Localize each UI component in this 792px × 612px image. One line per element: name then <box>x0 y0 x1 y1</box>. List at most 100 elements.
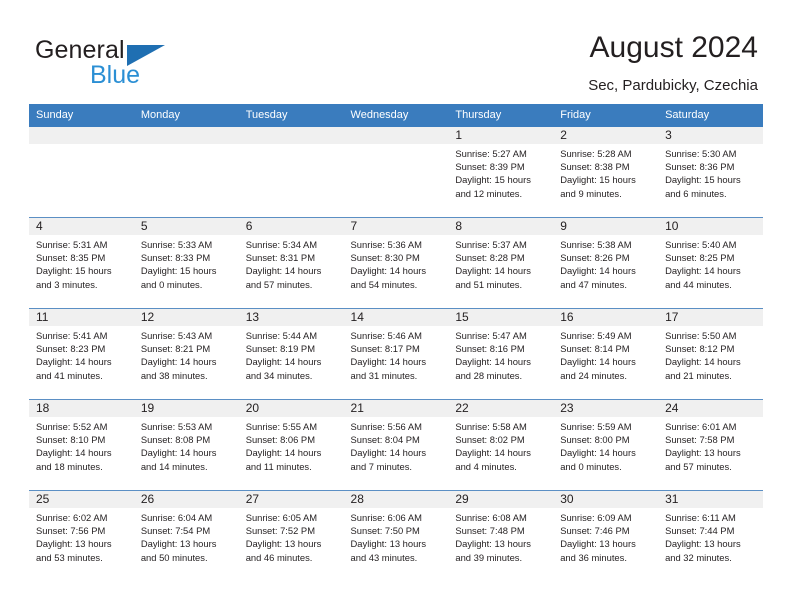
daylight-duration-line2: and 57 minutes. <box>665 460 732 472</box>
calendar-day-cell[interactable]: 6 Sunrise: 5:34 AM Sunset: 8:31 PM Daylight… <box>238 217 344 309</box>
day-cell-inner: 2 Sunrise: 5:28 AM Sunset: 8:38 PM Daylight… <box>553 127 659 217</box>
day-number: 29 <box>448 491 554 508</box>
calendar-day-cell[interactable]: 2 Sunrise: 5:28 AM Sunset: 8:38 PM Daylight… <box>553 127 659 218</box>
day-cell-inner: 17 Sunrise: 5:50 AM Sunset: 8:12 PM Dayligh… <box>658 309 763 399</box>
day-cell-inner: 1 Sunrise: 5:27 AM Sunset: 8:39 PM Daylight… <box>448 127 554 217</box>
calendar-day-cell[interactable]: 13 Sunrise: 5:44 AM Sunset: 8:19 PM Dayligh… <box>238 308 344 400</box>
calendar-day-cell[interactable]: 20 Sunrise: 5:55 AM Sunset: 8:06 PM Dayligh… <box>238 399 344 491</box>
sunset-time: Sunset: 8:33 PM <box>140 252 211 264</box>
day-number: 15 <box>448 309 554 326</box>
day-number: 4 <box>29 218 134 235</box>
calendar-day-cell[interactable]: 28 Sunrise: 6:06 AM Sunset: 7:50 PM Dayligh… <box>343 490 449 581</box>
calendar-day-cell[interactable]: 14 Sunrise: 5:46 AM Sunset: 8:17 PM Dayligh… <box>343 308 449 400</box>
sunrise-time: Sunrise: 5:46 AM <box>350 330 422 341</box>
daylight-duration-line2: and 53 minutes. <box>36 551 103 563</box>
daylight-duration-line2: and 51 minutes. <box>455 278 523 290</box>
daylight-duration-line1: Daylight: 14 hours <box>140 356 217 368</box>
daylight-duration-line1: Daylight: 13 hours <box>36 538 112 550</box>
daylight-duration-line2: and 0 minutes. <box>140 278 203 290</box>
calendar-day-cell[interactable]: 16 Sunrise: 5:49 AM Sunset: 8:14 PM Dayligh… <box>553 308 659 400</box>
day-cell-inner: 4 Sunrise: 5:31 AM Sunset: 8:35 PM Daylight… <box>29 218 134 308</box>
calendar-day-cell[interactable]: 31 Sunrise: 6:11 AM Sunset: 7:44 PM Dayligh… <box>658 490 763 581</box>
day-sun-info: Sunrise: 6:08 AM Sunset: 7:48 PM Daylight:… <box>448 508 553 564</box>
sunset-time: Sunset: 8:10 PM <box>36 434 106 446</box>
day-number: 1 <box>448 127 554 144</box>
day-number: 19 <box>133 400 239 417</box>
calendar-day-cell[interactable]: 8 Sunrise: 5:37 AM Sunset: 8:28 PM Daylight… <box>448 217 554 309</box>
day-cell-inner: 5 Sunrise: 5:33 AM Sunset: 8:33 PM Daylight… <box>133 218 239 308</box>
sunset-time: Sunset: 7:46 PM <box>560 525 630 537</box>
daylight-duration-line2: and 46 minutes. <box>245 551 313 563</box>
day-number: 18 <box>29 400 134 417</box>
day-cell-inner: 31 Sunrise: 6:11 AM Sunset: 7:44 PM Dayligh… <box>658 491 763 581</box>
day-number: 10 <box>658 218 763 235</box>
day-number: 9 <box>553 218 659 235</box>
calendar-day-cell[interactable]: 26 Sunrise: 6:04 AM Sunset: 7:54 PM Dayligh… <box>133 490 239 581</box>
general-blue-logo[interactable]: General Blue <box>35 36 245 92</box>
day-cell-inner: 27 Sunrise: 6:05 AM Sunset: 7:52 PM Dayligh… <box>238 491 344 581</box>
calendar-day-cell[interactable]: 5 Sunrise: 5:33 AM Sunset: 8:33 PM Daylight… <box>133 217 239 309</box>
daylight-duration-line2: and 39 minutes. <box>455 551 523 563</box>
day-cell-inner: 15 Sunrise: 5:47 AM Sunset: 8:16 PM Dayligh… <box>448 309 554 399</box>
day-cell-inner: 11 Sunrise: 5:41 AM Sunset: 8:23 PM Dayligh… <box>29 309 134 399</box>
calendar-day-cell[interactable]: 29 Sunrise: 6:08 AM Sunset: 7:48 PM Dayligh… <box>448 490 554 581</box>
day-number <box>29 127 134 144</box>
calendar-day-cell[interactable]: 9 Sunrise: 5:38 AM Sunset: 8:26 PM Daylight… <box>553 217 659 309</box>
calendar-week-row: 11 Sunrise: 5:41 AM Sunset: 8:23 PM Dayligh… <box>29 308 763 400</box>
sunrise-time: Sunrise: 5:37 AM <box>455 239 527 250</box>
calendar-day-cell[interactable]: 30 Sunrise: 6:09 AM Sunset: 7:46 PM Dayligh… <box>553 490 659 581</box>
day-number: 17 <box>658 309 763 326</box>
day-sun-info: Sunrise: 5:53 AM Sunset: 8:08 PM Daylight:… <box>134 417 239 473</box>
daylight-duration-line1: Daylight: 15 hours <box>455 174 531 186</box>
calendar-day-cell[interactable]: 19 Sunrise: 5:53 AM Sunset: 8:08 PM Dayligh… <box>133 399 239 491</box>
calendar-day-cell[interactable]: 17 Sunrise: 5:50 AM Sunset: 8:12 PM Dayligh… <box>658 308 763 400</box>
sunset-time: Sunset: 8:38 PM <box>560 161 630 173</box>
calendar-day-cell[interactable]: 11 Sunrise: 5:41 AM Sunset: 8:23 PM Dayligh… <box>29 308 134 400</box>
day-cell-inner: 14 Sunrise: 5:46 AM Sunset: 8:17 PM Dayligh… <box>343 309 449 399</box>
day-cell-inner: 16 Sunrise: 5:49 AM Sunset: 8:14 PM Dayligh… <box>553 309 659 399</box>
sunrise-time: Sunrise: 5:28 AM <box>560 148 632 159</box>
daylight-duration-line1: Daylight: 14 hours <box>665 265 741 277</box>
day-sun-info: Sunrise: 5:49 AM Sunset: 8:14 PM Daylight:… <box>553 326 658 382</box>
day-sun-info: Sunrise: 5:43 AM Sunset: 8:21 PM Daylight:… <box>134 326 239 382</box>
daylight-duration-line1: Daylight: 14 hours <box>36 447 112 459</box>
calendar-day-cell[interactable]: 7 Sunrise: 5:36 AM Sunset: 8:30 PM Daylight… <box>343 217 449 309</box>
sunset-time: Sunset: 8:31 PM <box>245 252 315 264</box>
daylight-duration-line2: and 31 minutes. <box>350 369 418 381</box>
calendar-day-cell[interactable]: 22 Sunrise: 5:58 AM Sunset: 8:02 PM Dayligh… <box>448 399 554 491</box>
calendar-day-cell-empty <box>133 127 239 218</box>
calendar-day-cell[interactable]: 3 Sunrise: 5:30 AM Sunset: 8:36 PM Daylight… <box>658 127 763 218</box>
calendar-day-cell[interactable]: 18 Sunrise: 5:52 AM Sunset: 8:10 PM Dayligh… <box>29 399 134 491</box>
calendar-day-cell[interactable]: 25 Sunrise: 6:02 AM Sunset: 7:56 PM Dayligh… <box>29 490 134 581</box>
calendar-day-cell[interactable]: 1 Sunrise: 5:27 AM Sunset: 8:39 PM Daylight… <box>448 127 554 218</box>
logo-text-blue: Blue <box>90 61 141 89</box>
calendar-day-cell[interactable]: 12 Sunrise: 5:43 AM Sunset: 8:21 PM Dayligh… <box>133 308 239 400</box>
calendar-day-cell[interactable]: 15 Sunrise: 5:47 AM Sunset: 8:16 PM Dayligh… <box>448 308 554 400</box>
daylight-duration-line1: Daylight: 13 hours <box>455 538 531 550</box>
daylight-duration-line1: Daylight: 13 hours <box>350 538 427 550</box>
day-number: 27 <box>238 491 344 508</box>
calendar-day-cell[interactable]: 21 Sunrise: 5:56 AM Sunset: 8:04 PM Dayligh… <box>343 399 449 491</box>
day-cell-inner: 24 Sunrise: 6:01 AM Sunset: 7:58 PM Dayligh… <box>658 400 763 490</box>
calendar-day-cell[interactable]: 4 Sunrise: 5:31 AM Sunset: 8:35 PM Daylight… <box>29 217 134 309</box>
sunrise-time: Sunrise: 5:31 AM <box>36 239 108 250</box>
daylight-duration-line1: Daylight: 14 hours <box>350 265 427 277</box>
day-number: 31 <box>658 491 763 508</box>
calendar-header-row: Sunday Monday Tuesday Wednesday Thursday… <box>29 104 763 127</box>
daylight-duration-line2: and 38 minutes. <box>140 369 208 381</box>
calendar-day-cell[interactable]: 24 Sunrise: 6:01 AM Sunset: 7:58 PM Dayligh… <box>658 399 763 491</box>
sunrise-time: Sunrise: 6:02 AM <box>36 512 108 523</box>
page-title: August 2024 <box>589 31 758 64</box>
sunset-time: Sunset: 7:44 PM <box>665 525 735 537</box>
sunrise-time: Sunrise: 5:43 AM <box>140 330 213 341</box>
calendar-day-cell[interactable]: 23 Sunrise: 5:59 AM Sunset: 8:00 PM Dayligh… <box>553 399 659 491</box>
day-cell-inner: 6 Sunrise: 5:34 AM Sunset: 8:31 PM Daylight… <box>238 218 344 308</box>
day-number: 14 <box>343 309 449 326</box>
day-number: 21 <box>343 400 449 417</box>
sunset-time: Sunset: 8:06 PM <box>245 434 315 446</box>
day-cell-inner: 3 Sunrise: 5:30 AM Sunset: 8:36 PM Daylight… <box>658 127 763 217</box>
calendar-day-cell[interactable]: 10 Sunrise: 5:40 AM Sunset: 8:25 PM Dayligh… <box>658 217 763 309</box>
calendar-day-cell[interactable]: 27 Sunrise: 6:05 AM Sunset: 7:52 PM Dayligh… <box>238 490 344 581</box>
daylight-duration-line1: Daylight: 15 hours <box>36 265 112 277</box>
day-cell-inner: 30 Sunrise: 6:09 AM Sunset: 7:46 PM Dayligh… <box>553 491 659 581</box>
